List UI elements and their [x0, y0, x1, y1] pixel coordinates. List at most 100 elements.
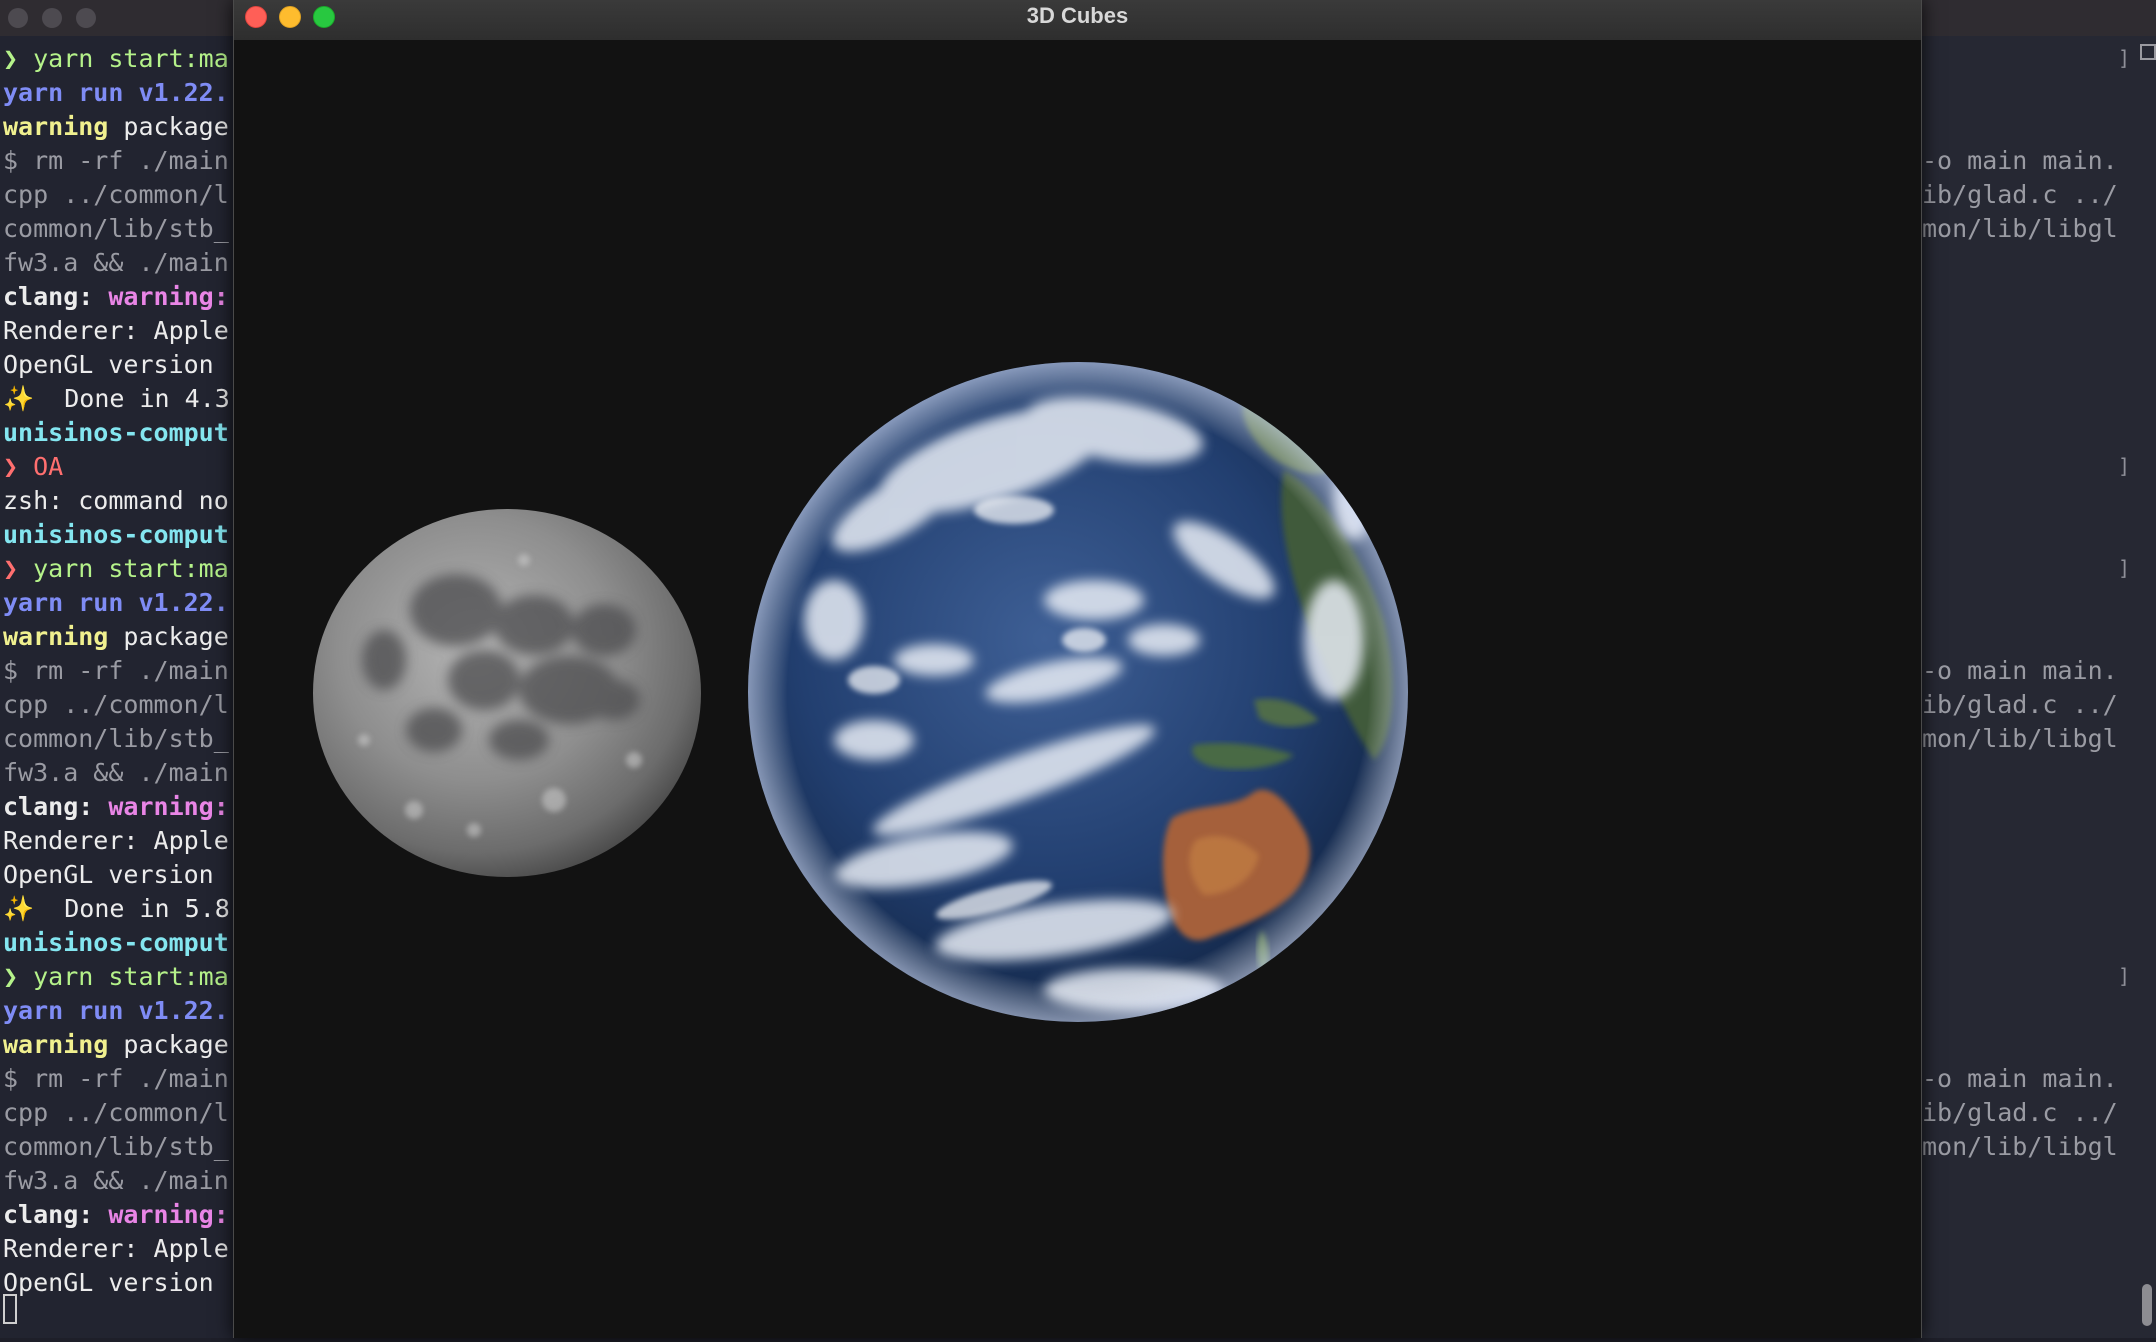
- terminal-line: cpp ../common/l: [3, 178, 229, 212]
- scene-svg: [313, 362, 1408, 1022]
- terminal-line: warning package: [3, 110, 229, 144]
- terminal-line: common/lib/stb_: [3, 212, 229, 246]
- terminal-cursor: [3, 1294, 17, 1324]
- terminal-text-segment: clang:: [3, 282, 109, 311]
- terminal-text-segment: Renderer: Apple: [3, 826, 229, 855]
- terminal-text-segment: package: [108, 622, 229, 651]
- terminal-text-segment: fw3.a && ./main: [3, 1166, 229, 1195]
- right-prompt-bracket: ]: [2118, 454, 2131, 478]
- terminal-text-segment: zsh: command no: [3, 486, 229, 515]
- terminal-text-segment: Renderer: Apple: [3, 316, 229, 345]
- terminal-text-segment: yarn run v1.22.: [3, 588, 229, 617]
- terminal-line: warning package: [3, 620, 229, 654]
- terminal-text-segment: warning: [3, 1030, 109, 1059]
- terminal-minimize-button[interactable]: [42, 8, 62, 28]
- terminal-text-segment: yarn start:ma: [33, 554, 229, 583]
- terminal-line: Renderer: Apple: [3, 824, 229, 858]
- terminal-text-segment: ❯: [3, 452, 34, 481]
- terminal-line: ✨ Done in 4.3: [3, 382, 230, 416]
- close-button[interactable]: [245, 6, 267, 28]
- terminal-line: ✨ Done in 5.8: [3, 892, 230, 926]
- terminal-line: fw3.a && ./main: [3, 246, 229, 280]
- terminal-text-segment: cpp ../common/l: [3, 1098, 229, 1127]
- terminal-text-segment: yarn start:ma: [33, 962, 229, 991]
- terminal-line-continuation: mon/lib/libgl: [1922, 1132, 2118, 1161]
- terminal-text-segment: OpenGL version: [3, 1268, 229, 1297]
- terminal-line: zsh: command no: [3, 484, 229, 518]
- terminal-line: ❯ OA: [3, 450, 63, 484]
- window-title: 3D Cubes: [1026, 3, 1129, 28]
- terminal-text-segment: cpp ../common/l: [3, 690, 229, 719]
- terminal-line: yarn run v1.22.: [3, 586, 229, 620]
- terminal-text-segment: fw3.a && ./main: [3, 758, 229, 787]
- earth: [748, 362, 1408, 1022]
- terminal-line: clang: warning:: [3, 280, 229, 314]
- terminal-line: yarn run v1.22.: [3, 76, 229, 110]
- split-pane-icon[interactable]: [2140, 44, 2156, 60]
- right-prompt-bracket: ]: [2118, 556, 2131, 580]
- terminal-line: ❯ yarn start:ma: [3, 552, 229, 586]
- right-prompt-bracket: ]: [2118, 46, 2131, 70]
- terminal-text-segment: package: [108, 112, 229, 141]
- gl-window[interactable]: 3D Cubes: [233, 0, 1922, 1338]
- terminal-line: warning package: [3, 1028, 229, 1062]
- terminal-line: OpenGL version: [3, 858, 229, 892]
- terminal-text-segment: warning:: [108, 1200, 229, 1229]
- terminal-line: clang: warning:: [3, 1198, 229, 1232]
- terminal-text-segment: common/lib/stb_: [3, 214, 229, 243]
- terminal-line: ❯ yarn start:ma: [3, 42, 229, 76]
- terminal-text-segment: yarn run v1.22.: [3, 78, 229, 107]
- terminal-text-segment: $ rm -rf ./main: [3, 656, 229, 685]
- right-prompt-bracket: ]: [2118, 964, 2131, 988]
- terminal-text-segment: Renderer: Apple: [3, 1234, 229, 1263]
- terminal-text-segment: ✨ Done in 5.8: [3, 894, 230, 923]
- terminal-line-continuation: mon/lib/libgl: [1922, 724, 2118, 753]
- terminal-line-continuation: mon/lib/libgl: [1922, 214, 2118, 243]
- terminal-scroll-thumb[interactable]: [2142, 1284, 2152, 1326]
- terminal-text-segment: warning:: [108, 792, 229, 821]
- maximize-button[interactable]: [313, 6, 335, 28]
- terminal-line: ❯ yarn start:ma: [3, 960, 229, 994]
- terminal-line: yarn run v1.22.: [3, 994, 229, 1028]
- terminal-text-segment: ❯: [3, 44, 34, 73]
- terminal-text-segment: warning:: [108, 282, 229, 311]
- terminal-text-segment: common/lib/stb_: [3, 1132, 229, 1161]
- terminal-line-continuation: -o main main.: [1922, 656, 2118, 685]
- terminal-line: fw3.a && ./main: [3, 1164, 229, 1198]
- terminal-line: $ rm -rf ./main: [3, 144, 229, 178]
- minimize-button[interactable]: [279, 6, 301, 28]
- terminal-line: OpenGL version: [3, 1266, 229, 1300]
- terminal-line: common/lib/stb_: [3, 1130, 229, 1164]
- terminal-line: $ rm -rf ./main: [3, 654, 229, 688]
- terminal-text-segment: unisinos-comput: [3, 928, 229, 957]
- terminal-line-continuation: -o main main.: [1922, 1064, 2118, 1093]
- terminal-line: cpp ../common/l: [3, 1096, 229, 1130]
- terminal-scrollbar[interactable]: [2140, 40, 2154, 1330]
- terminal-line: fw3.a && ./main: [3, 756, 229, 790]
- terminal-text-segment: ❯: [3, 554, 34, 583]
- terminal-close-button[interactable]: [8, 8, 28, 28]
- terminal-line: Renderer: Apple: [3, 1232, 229, 1266]
- terminal-text-segment: ✨ Done in 4.3: [3, 384, 230, 413]
- terminal-text-segment: $ rm -rf ./main: [3, 1064, 229, 1093]
- terminal-zoom-button[interactable]: [76, 8, 96, 28]
- terminal-text-segment: yarn start:ma: [33, 44, 229, 73]
- gl-canvas[interactable]: [234, 40, 1921, 1338]
- terminal-line: clang: warning:: [3, 790, 229, 824]
- gl-window-titlebar[interactable]: 3D Cubes: [234, 0, 1921, 41]
- terminal-text-segment: cpp ../common/l: [3, 180, 229, 209]
- terminal-text-segment: yarn run v1.22.: [3, 996, 229, 1025]
- terminal-line: unisinos-comput: [3, 416, 229, 450]
- moon: [313, 509, 701, 877]
- terminal-text-segment: unisinos-comput: [3, 520, 229, 549]
- terminal-line-continuation: ib/glad.c ../: [1922, 180, 2118, 209]
- terminal-text-segment: fw3.a && ./main: [3, 248, 229, 277]
- terminal-line: unisinos-comput: [3, 518, 229, 552]
- terminal-text-segment: OpenGL version: [3, 350, 229, 379]
- terminal-text-segment: OpenGL version: [3, 860, 229, 889]
- terminal-text-segment: ❯: [3, 962, 34, 991]
- terminal-text-segment: $ rm -rf ./main: [3, 146, 229, 175]
- terminal-text-segment: common/lib/stb_: [3, 724, 229, 753]
- terminal-line: cpp ../common/l: [3, 688, 229, 722]
- terminal-text-segment: clang:: [3, 792, 109, 821]
